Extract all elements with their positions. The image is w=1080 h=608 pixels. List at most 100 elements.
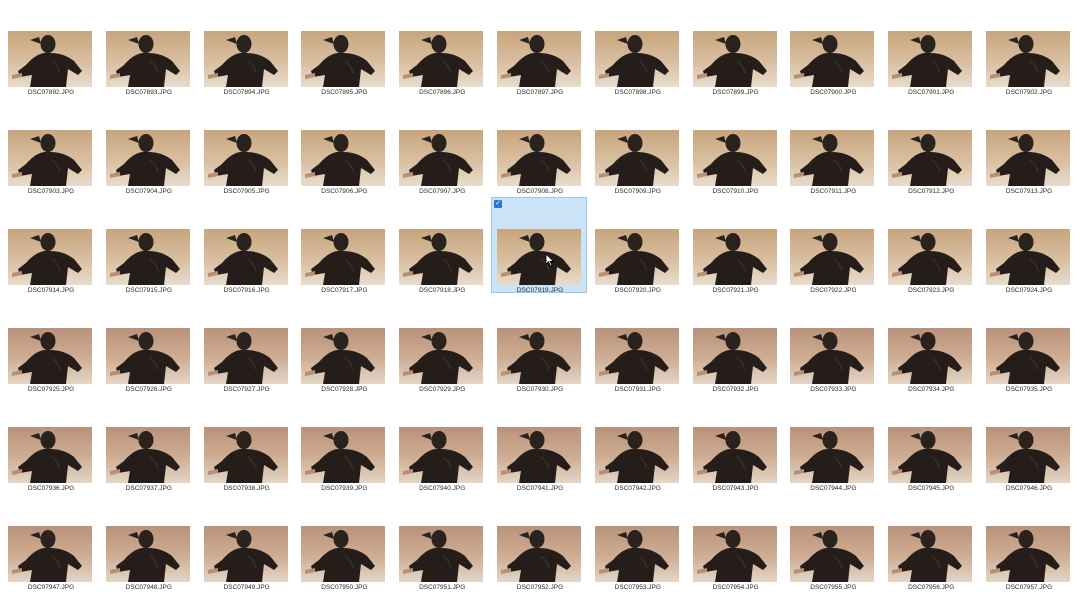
file-item[interactable]: DSC07948.JPG [100,494,196,591]
file-name-label: DSC07906.JPG [321,187,368,195]
file-item[interactable]: DSC07923.JPG [882,197,978,294]
file-item[interactable]: DSC07933.JPG [784,296,880,393]
file-item[interactable]: DSC07898.JPG [589,0,685,96]
file-item[interactable]: DSC07928.JPG [295,296,391,393]
file-thumbnail [692,228,777,285]
file-name-label: DSC07904.JPG [125,187,172,195]
file-name-label: DSC07939.JPG [321,484,368,492]
file-name-label: DSC07925.JPG [27,385,75,393]
file-item[interactable]: DSC07908.JPG [491,98,587,195]
file-item[interactable]: DSC07947.JPG [2,494,98,591]
file-item[interactable]: DSC07940.JPG [393,395,489,492]
file-item[interactable]: DSC07909.JPG [589,98,685,195]
file-item[interactable]: DSC07913.JPG [980,98,1076,195]
file-item[interactable]: DSC07905.JPG [198,98,294,195]
file-name-label: DSC07934.JPG [908,385,955,393]
file-item[interactable]: DSC07896.JPG [393,0,489,96]
file-item[interactable]: DSC07916.JPG [198,197,294,294]
file-item[interactable]: DSC07918.JPG [393,197,489,294]
file-name-label: DSC07943.JPG [712,484,759,492]
file-item[interactable]: DSC07897.JPG [491,0,587,96]
file-item[interactable]: DSC07926.JPG [100,296,196,393]
file-item[interactable]: DSC07946.JPG [980,395,1076,492]
file-item[interactable]: DSC07932.JPG [687,296,783,393]
file-item[interactable]: DSC07938.JPG [198,395,294,492]
file-name-label: DSC07899.JPG [712,89,759,96]
file-item[interactable]: DSC07934.JPG [882,296,978,393]
file-item[interactable]: DSC07901.JPG [882,0,978,96]
file-item[interactable]: DSC07935.JPG [980,296,1076,393]
file-thumbnail [8,31,92,87]
file-name-label: DSC07951.JPG [419,583,466,591]
file-item[interactable]: DSC07945.JPG [882,395,978,492]
file-thumbnail [301,525,386,582]
file-thumbnail [105,31,190,87]
file-item[interactable]: DSC07939.JPG [295,395,391,492]
file-item[interactable]: DSC07951.JPG [393,494,489,591]
file-item[interactable]: DSC07915.JPG [100,197,196,294]
file-item[interactable]: DSC07936.JPG [2,395,98,492]
file-thumbnail [301,327,386,384]
file-item[interactable]: DSC07911.JPG [784,98,880,195]
file-name-label: DSC07936.JPG [27,484,75,492]
file-item[interactable]: DSC07895.JPG [295,0,391,96]
file-item[interactable]: DSC07924.JPG [980,197,1076,294]
file-item[interactable]: DSC07921.JPG [687,197,783,294]
file-item[interactable]: DSC07954.JPG [687,494,783,591]
file-item[interactable]: DSC07893.JPG [100,0,196,96]
file-item[interactable]: DSC07942.JPG [589,395,685,492]
file-item[interactable]: DSC07917.JPG [295,197,391,294]
file-item[interactable]: DSC07952.JPG [491,494,587,591]
file-item[interactable]: DSC07892.JPG [2,0,98,96]
file-item[interactable]: DSC07914.JPG [2,197,98,294]
checkbox-checked-icon[interactable]: ✓ [494,199,502,208]
file-thumbnail [790,31,875,87]
file-item[interactable]: DSC07927.JPG [198,296,294,393]
file-item[interactable]: DSC07902.JPG [980,0,1076,96]
file-item[interactable]: DSC07899.JPG [687,0,783,96]
file-thumbnail [105,327,190,384]
file-item-selected[interactable]: DSC07919.JPG ✓ [491,196,587,294]
file-name-label: DSC07945.JPG [908,484,955,492]
file-thumbnail [790,228,875,285]
file-item[interactable]: DSC07943.JPG [687,395,783,492]
file-item[interactable]: DSC07953.JPG [589,494,685,591]
file-item[interactable]: DSC07944.JPG [784,395,880,492]
file-item[interactable]: DSC07910.JPG [687,98,783,195]
file-name-label: DSC07923.JPG [908,286,955,294]
file-item[interactable]: DSC07931.JPG [589,296,685,393]
file-item[interactable]: DSC07956.JPG [882,494,978,591]
file-item[interactable]: DSC07950.JPG [295,494,391,591]
file-item[interactable]: DSC07955.JPG [784,494,880,591]
file-item[interactable]: DSC07904.JPG [100,98,196,195]
file-item[interactable]: DSC07920.JPG [589,197,685,294]
file-item[interactable]: DSC07906.JPG [295,98,391,195]
file-item[interactable]: DSC07937.JPG [100,395,196,492]
file-item[interactable]: DSC07949.JPG [198,494,294,591]
file-item[interactable]: DSC07930.JPG [491,296,587,393]
file-name-label: DSC07940.JPG [419,484,466,492]
file-name-label: DSC07929.JPG [419,385,466,393]
file-thumbnail [301,426,386,483]
file-item[interactable]: DSC07900.JPG [784,0,880,96]
file-item[interactable]: DSC07929.JPG [393,296,489,393]
file-item[interactable]: DSC07922.JPG [784,197,880,294]
file-name-label: DSC07944.JPG [810,484,857,492]
file-item[interactable]: DSC07941.JPG [491,395,587,492]
file-name-label: DSC07946.JPG [1005,484,1053,492]
file-item[interactable]: DSC07894.JPG [198,0,294,96]
file-item[interactable]: DSC07912.JPG [882,98,978,195]
file-thumbnail [301,31,386,87]
file-thumbnail [692,31,777,87]
file-thumbnail [8,129,92,186]
file-thumbnail [497,129,581,186]
file-name-label: DSC07900.JPG [810,89,857,96]
file-name-label: DSC07921.JPG [712,286,759,294]
file-item[interactable]: DSC07907.JPG [393,98,489,195]
file-item[interactable]: DSC07925.JPG [2,296,98,393]
file-name-label: DSC07947.JPG [27,583,75,591]
file-thumbnail [497,327,581,384]
file-item[interactable]: DSC07903.JPG [2,98,98,195]
file-item[interactable]: DSC07957.JPG [980,494,1076,591]
file-name-label: DSC07941.JPG [516,484,564,492]
